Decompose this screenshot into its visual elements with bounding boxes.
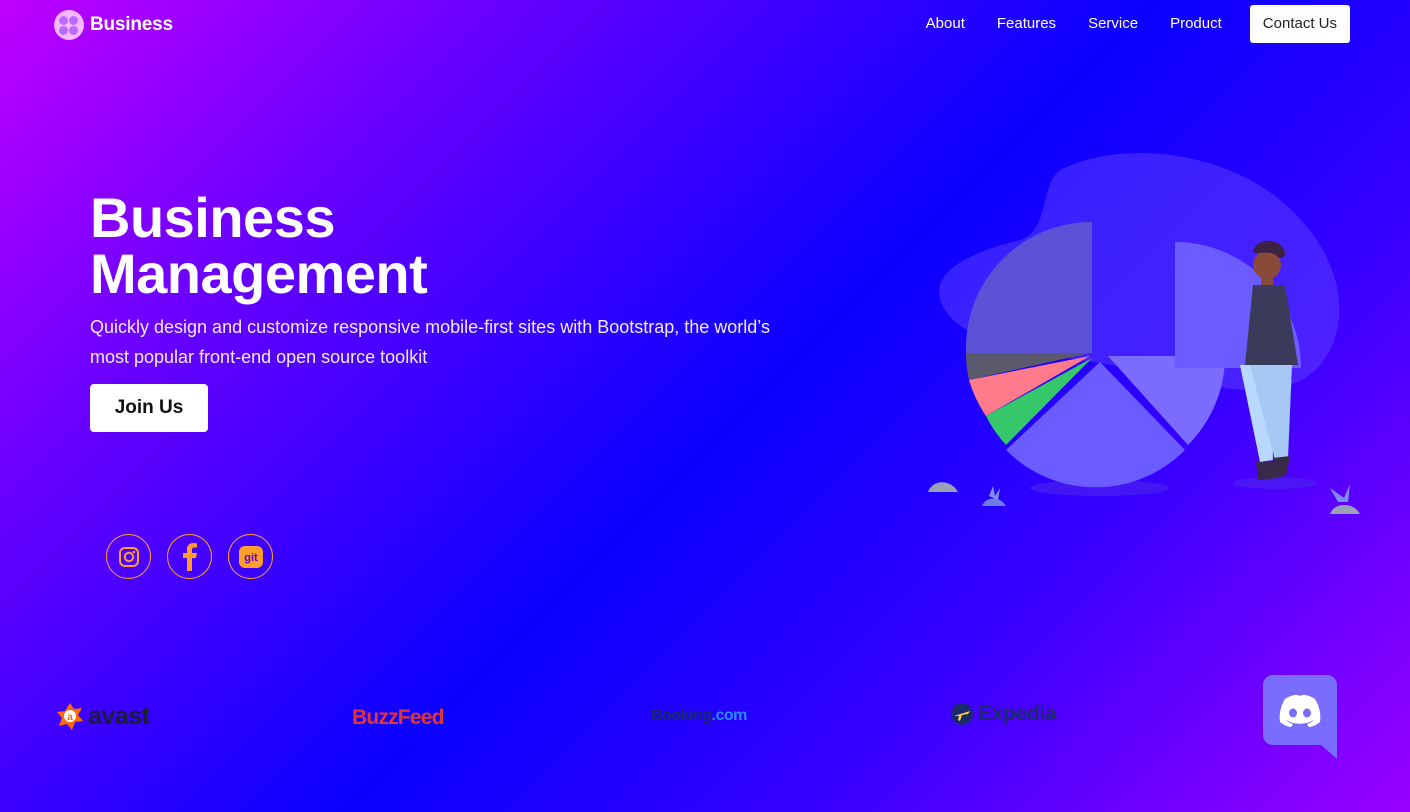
avast-logo: a avast (54, 700, 150, 732)
hero-title-line-2: Management (90, 242, 428, 305)
instagram-icon (118, 546, 139, 567)
instagram-link[interactable] (106, 534, 151, 579)
hero-subtitle: Quickly design and customize responsive … (90, 317, 770, 367)
svg-text:git: git (244, 552, 258, 564)
nav-link-product[interactable]: Product (1170, 5, 1222, 43)
buzzfeed-logo: BuzzFeed (352, 706, 444, 729)
discord-button[interactable] (1263, 675, 1337, 759)
contact-us-button[interactable]: Contact Us (1249, 5, 1350, 43)
git-icon: git (238, 545, 263, 568)
discord-icon (1263, 675, 1337, 759)
booking-wordmark: Booking (651, 707, 712, 724)
git-link[interactable]: git (228, 534, 273, 579)
expedia-wordmark: Expedia (978, 702, 1057, 725)
hero-title-line-1: Business (90, 186, 336, 249)
pie-chart-illustration (928, 153, 1360, 514)
avast-icon: a (57, 703, 83, 730)
navbar: Business About Features Service Product … (0, 0, 1410, 50)
svg-text:a: a (67, 712, 73, 723)
social-links: git (106, 534, 273, 579)
expedia-logo: Expedia (950, 702, 1057, 726)
brand[interactable]: Business (54, 10, 173, 40)
join-us-button[interactable]: Join Us (90, 384, 208, 432)
hero-title: Business Management (90, 186, 428, 305)
nav-link-features[interactable]: Features (997, 5, 1056, 43)
nav-link-service[interactable]: Service (1088, 5, 1138, 43)
nav-links: About Features Service Product Contact U… (894, 5, 1350, 43)
brand-name: Business (90, 14, 173, 35)
facebook-icon (182, 542, 197, 571)
partner-logos: a avast BuzzFeed Booking .com Expedia (0, 680, 1410, 760)
expedia-icon (951, 703, 973, 725)
booking-logo: Booking .com (651, 707, 747, 725)
nav-link-about[interactable]: About (926, 5, 965, 43)
brand-logo-icon (54, 10, 84, 40)
booking-tld: .com (711, 707, 748, 724)
facebook-link[interactable] (167, 534, 212, 579)
avast-wordmark: avast (88, 701, 150, 730)
